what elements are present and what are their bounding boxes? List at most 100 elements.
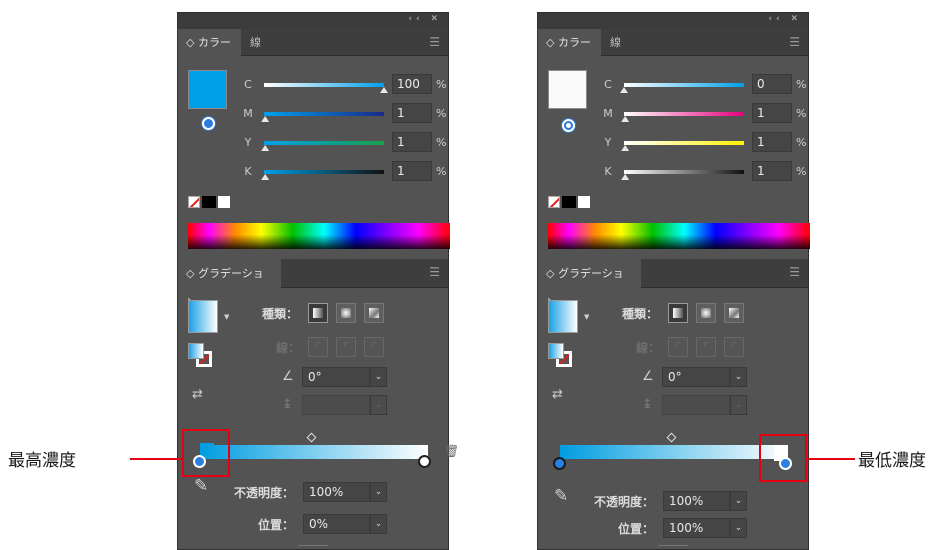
value-field-m[interactable]: 1 [752,103,792,123]
color-stop-right[interactable] [418,455,431,468]
slider-label-m: M [603,107,613,120]
value-field-m[interactable]: 1 [392,103,432,123]
tab-color[interactable]: ◇ カラー [178,29,241,56]
callout-line-right [807,458,855,460]
slider-track-k[interactable] [624,170,744,174]
opacity-dropdown-icon[interactable]: ⌄ [370,482,387,502]
color-spectrum[interactable] [548,223,810,249]
slider-track-m[interactable] [264,112,384,116]
slider-thumb-c[interactable] [620,87,628,93]
linear-gradient-button[interactable] [308,303,328,323]
stroke-along-button: ⌜ [696,337,716,357]
fill-stroke-icon[interactable] [548,343,574,369]
eyedropper-icon[interactable]: ✎ [194,476,208,496]
color-stop-left[interactable] [553,457,566,470]
angle-icon: ∠ [282,369,294,384]
tab-color[interactable]: ◇ カラー [538,29,601,56]
aspect-ratio-field [302,395,370,415]
value-field-y[interactable]: 1 [392,132,432,152]
reverse-gradient-icon[interactable]: ⇄ [552,387,563,402]
angle-dropdown-icon[interactable]: ⌄ [730,367,747,387]
panel-menu-icon[interactable]: ☰ [429,29,440,56]
title-bar: ‹‹ ✕ [538,13,808,29]
eyedropper-icon[interactable]: ✎ [554,486,568,506]
opacity-field[interactable]: 100% [303,482,370,502]
percent-unit: % [796,165,807,178]
stroke-across-button: ⌜ [724,337,744,357]
slider-track-c[interactable] [264,83,384,87]
slider-thumb-k[interactable] [261,174,270,180]
value-field-k[interactable]: 1 [752,161,792,181]
slider-label-k: K [604,165,612,178]
panel-menu-icon[interactable]: ☰ [429,259,440,286]
fill-swatch[interactable] [548,70,587,109]
fill-indicator-icon[interactable] [202,117,215,130]
location-field[interactable]: 100% [663,518,730,538]
angle-dropdown-icon[interactable]: ⌄ [370,367,387,387]
tab-stroke[interactable]: 線 [602,29,642,56]
fill-indicator-icon[interactable] [562,119,575,132]
value-field-c[interactable]: 0 [752,74,792,94]
radial-gradient-button[interactable] [696,303,716,323]
tab-gradient[interactable]: ◇ グラデーション [538,259,641,309]
collapse-close-icons[interactable]: ‹‹ ✕ [768,14,802,24]
trash-icon[interactable]: 🗑 [444,444,459,458]
none-swatch[interactable] [188,196,200,208]
tab-gradient[interactable]: ◇ グラデーション [178,259,281,309]
tab-stroke[interactable]: 線 [242,29,282,56]
dropdown-arrow-icon[interactable]: ▼ [224,313,229,321]
slider-thumb-m[interactable] [261,116,270,122]
value-field-k[interactable]: 1 [392,161,432,181]
panel-menu-icon[interactable]: ☰ [789,259,800,286]
slider-thumb-m[interactable] [621,116,630,122]
opacity-dropdown-icon[interactable]: ⌄ [730,491,747,511]
angle-field[interactable]: 0° [662,367,730,387]
slider-label-m: M [243,107,253,120]
slider-thumb-k[interactable] [621,174,630,180]
slider-thumb-c[interactable] [380,87,388,93]
freeform-gradient-button[interactable] [364,303,384,323]
fill-swatch[interactable] [188,70,227,109]
aspect-dropdown-icon: ⌄ [730,395,747,415]
gradient-slider[interactable] [200,445,428,459]
location-field[interactable]: 0% [303,514,370,534]
callout-box-left [182,429,230,477]
value-field-c[interactable]: 100 [392,74,432,94]
resize-grip[interactable] [298,545,328,549]
callout-line-left [130,458,182,460]
resize-grip[interactable] [658,545,688,549]
reverse-gradient-icon[interactable]: ⇄ [192,387,203,402]
none-swatch[interactable] [548,196,560,208]
slider-thumb-y[interactable] [261,145,270,151]
location-dropdown-icon[interactable]: ⌄ [730,518,747,538]
white-swatch[interactable] [218,196,230,208]
value-field-y[interactable]: 1 [752,132,792,152]
slider-track-y[interactable] [624,141,744,145]
slider-track-m[interactable] [624,112,744,116]
slider-thumb-y[interactable] [621,145,630,151]
fill-stroke-icon[interactable] [188,343,214,369]
collapse-close-icons[interactable]: ‹‹ ✕ [408,14,442,24]
gradient-midpoint[interactable] [666,432,677,443]
color-spectrum[interactable] [188,223,450,249]
gradient-swatch[interactable] [548,300,578,333]
opacity-field[interactable]: 100% [663,491,730,511]
gradient-swatch[interactable] [188,300,218,333]
slider-track-y[interactable] [264,141,384,145]
white-swatch[interactable] [578,196,590,208]
black-swatch[interactable] [202,196,216,208]
slider-track-k[interactable] [264,170,384,174]
panel-menu-icon[interactable]: ☰ [789,29,800,56]
black-swatch[interactable] [562,196,576,208]
percent-unit: % [436,165,447,178]
callout-label-min-density: 最低濃度 [858,451,926,471]
gradient-slider[interactable] [560,445,788,459]
dropdown-arrow-icon[interactable]: ▼ [584,313,589,321]
linear-gradient-button[interactable] [668,303,688,323]
freeform-gradient-button[interactable] [724,303,744,323]
slider-track-c[interactable] [624,83,744,87]
location-dropdown-icon[interactable]: ⌄ [370,514,387,534]
gradient-midpoint[interactable] [306,432,317,443]
radial-gradient-button[interactable] [336,303,356,323]
angle-field[interactable]: 0° [302,367,370,387]
